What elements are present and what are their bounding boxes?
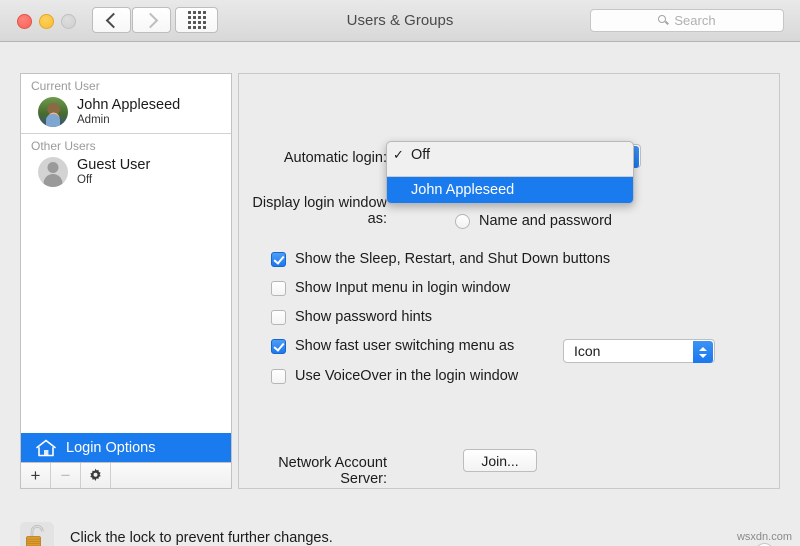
checkbox-show-sleep-restart-shutdown[interactable]: Show the Sleep, Restart, and Shut Down b… — [271, 251, 610, 267]
checkbox-indicator — [271, 310, 286, 325]
radio-name-and-password[interactable]: Name and password — [455, 213, 612, 229]
user-name: Guest User — [77, 157, 150, 173]
house-icon — [35, 439, 57, 457]
network-account-server-label: Network Account Server: — [239, 455, 387, 487]
watermark: wsxdn.com — [737, 531, 792, 543]
popup-stepper-icon — [693, 341, 713, 363]
unlocked-padlock-icon[interactable] — [20, 520, 54, 546]
checkbox-label: Use VoiceOver in the login window — [295, 368, 518, 384]
checkbox-show-fast-user-switching[interactable]: Show fast user switching menu as — [271, 338, 514, 354]
fast-user-switching-value: Icon — [574, 343, 600, 359]
checkbox-label: Show Input menu in login window — [295, 280, 510, 296]
checkbox-label: Show the Sleep, Restart, and Shut Down b… — [295, 251, 610, 267]
search-placeholder: Search — [674, 13, 715, 28]
checkbox-indicator — [271, 369, 286, 384]
user-name: John Appleseed — [77, 97, 180, 113]
gear-icon[interactable] — [81, 463, 111, 488]
automatic-login-label: Automatic login: — [247, 150, 387, 166]
checkbox-label: Show password hints — [295, 309, 432, 325]
login-options-panel: Automatic login: Display login window as… — [238, 73, 780, 489]
lock-area[interactable]: Click the lock to prevent further change… — [20, 520, 333, 546]
checkbox-indicator — [271, 281, 286, 296]
checkbox-show-password-hints[interactable]: Show password hints — [271, 309, 432, 325]
checkbox-show-input-menu[interactable]: Show Input menu in login window — [271, 280, 510, 296]
join-button[interactable]: Join... — [463, 449, 537, 472]
menu-item-off[interactable]: ✓ Off — [387, 142, 633, 168]
user-status: Off — [77, 174, 150, 187]
search-input[interactable]: Search — [590, 9, 784, 32]
users-and-groups-window: Users & Groups Search Current User John … — [0, 0, 800, 546]
sidebar-item-guest-user[interactable]: Guest User Off — [21, 155, 231, 193]
sidebar-item-login-options[interactable]: Login Options — [21, 433, 231, 462]
radio-indicator — [455, 214, 470, 229]
remove-user-button[interactable]: − — [51, 463, 81, 488]
menu-gap — [387, 168, 633, 175]
search-icon — [658, 15, 669, 26]
avatar — [38, 157, 68, 187]
sidebar-group-header-other-users: Other Users — [21, 134, 231, 155]
lock-message: Click the lock to prevent further change… — [70, 530, 333, 546]
checkbox-indicator — [271, 252, 286, 267]
checkbox-label: Show fast user switching menu as — [295, 338, 514, 354]
sidebar-group-header-current-user: Current User — [21, 74, 231, 95]
users-sidebar: Current User John Appleseed Admin Other … — [20, 73, 232, 463]
display-login-window-label: Display login window as: — [247, 195, 387, 227]
menu-item-john-appleseed[interactable]: John Appleseed — [387, 177, 633, 203]
menu-item-label: John Appleseed — [411, 182, 514, 198]
checkmark-icon: ✓ — [393, 147, 411, 163]
add-user-button[interactable]: + — [21, 463, 51, 488]
user-role: Admin — [77, 114, 180, 127]
window-titlebar: Users & Groups Search — [0, 0, 800, 42]
radio-label: Name and password — [479, 213, 612, 229]
checkbox-use-voiceover[interactable]: Use VoiceOver in the login window — [271, 368, 518, 384]
automatic-login-dropdown-menu[interactable]: ✓ Off John Appleseed — [386, 141, 634, 204]
menu-item-label: Off — [411, 147, 430, 163]
sidebar-item-label: Login Options — [66, 440, 155, 456]
sidebar-toolbar: + − — [20, 463, 232, 489]
checkbox-indicator — [271, 339, 286, 354]
sidebar-toolbar-filler — [111, 463, 231, 488]
sidebar-item-john-appleseed[interactable]: John Appleseed Admin — [21, 95, 231, 133]
fast-user-switching-popup-button[interactable]: Icon — [563, 339, 715, 363]
window-content: Current User John Appleseed Admin Other … — [0, 42, 800, 546]
avatar — [38, 97, 68, 127]
